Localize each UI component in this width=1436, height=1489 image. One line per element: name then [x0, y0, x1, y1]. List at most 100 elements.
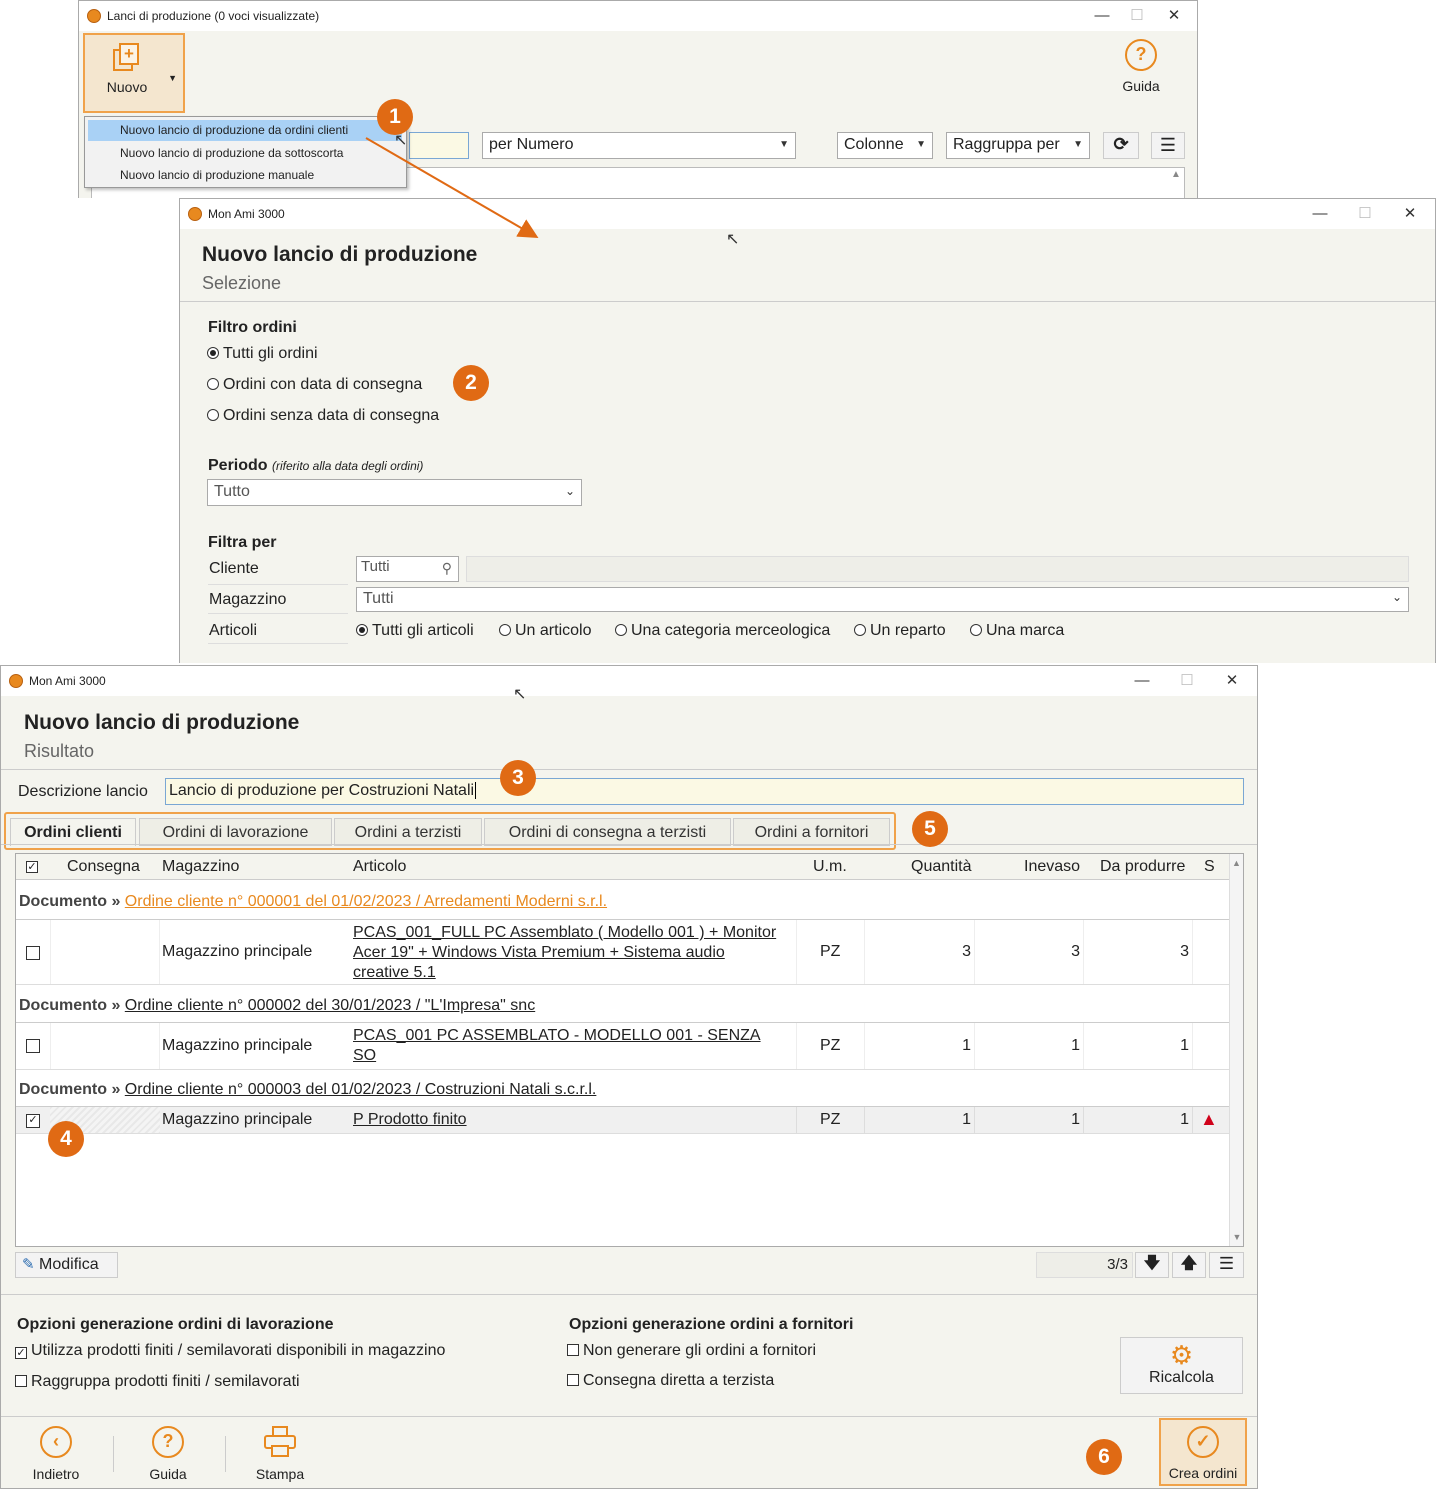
- step-badge-6: 6: [1086, 1439, 1122, 1475]
- tab-label: Ordini clienti: [24, 824, 122, 841]
- next-page-button[interactable]: 🡇: [1135, 1252, 1169, 1278]
- menu-item-manual[interactable]: Nuovo lancio di produzione manuale: [88, 164, 402, 185]
- group-products-checkbox[interactable]: Raggruppa prodotti finiti / semilavorati: [15, 1373, 300, 1391]
- radio-without-date[interactable]: Ordini senza data di consegna: [207, 407, 439, 425]
- menu-button[interactable]: ☰: [1151, 132, 1185, 159]
- print-button[interactable]: Stampa: [245, 1426, 315, 1486]
- tab-ordini-clienti[interactable]: Ordini clienti: [10, 818, 136, 846]
- gear-icon: ⚙: [1169, 1340, 1194, 1370]
- grid-menu-button[interactable]: ☰: [1209, 1252, 1244, 1278]
- col-quantita[interactable]: Quantità: [911, 858, 971, 876]
- warning-icon[interactable]: ▲: [1200, 1110, 1218, 1128]
- scrollbar[interactable]: ▲: [1169, 169, 1183, 198]
- tab-ordini-lavorazione[interactable]: Ordini di lavorazione: [139, 818, 332, 846]
- app-logo-icon: [87, 9, 101, 23]
- new-dropdown-menu: Nuovo lancio di produzione da ordini cli…: [84, 116, 407, 188]
- document-header: Documento » Ordine cliente n° 000002 del…: [19, 997, 535, 1015]
- minimize-icon[interactable]: —: [1127, 670, 1157, 692]
- column-divider: [1083, 1023, 1084, 1069]
- divider: [180, 301, 1435, 302]
- maximize-icon[interactable]: ☐: [1172, 670, 1202, 692]
- col-um[interactable]: U.m.: [813, 858, 847, 876]
- close-icon[interactable]: ✕: [1395, 203, 1425, 225]
- radio-with-date[interactable]: Ordini con data di consegna: [207, 376, 422, 394]
- direct-delivery-checkbox[interactable]: Consegna diretta a terzista: [567, 1372, 774, 1390]
- article-cell[interactable]: P Prodotto finito: [353, 1111, 467, 1129]
- menu-item-from-reorder[interactable]: Nuovo lancio di produzione da sottoscort…: [88, 142, 402, 163]
- radio-brand[interactable]: Una marca: [970, 622, 1064, 640]
- edit-button[interactable]: ✎ Modifica: [15, 1252, 118, 1278]
- radio-label: Un articolo: [515, 622, 592, 639]
- use-stock-checkbox[interactable]: ✓ Utilizza prodotti finiti / semilavorati…: [15, 1342, 445, 1360]
- filter-title: Filtro ordini: [208, 319, 297, 336]
- minimize-icon[interactable]: —: [1305, 203, 1335, 225]
- tab-ordini-fornitori[interactable]: Ordini a fornitori: [733, 818, 890, 846]
- close-icon[interactable]: ✕: [1159, 5, 1189, 27]
- help-button[interactable]: ? Guida: [133, 1426, 203, 1486]
- radio-one-article[interactable]: Un articolo: [499, 622, 591, 640]
- produce-cell: 1: [1180, 1037, 1189, 1054]
- row-checkbox-checked[interactable]: ✓: [26, 1114, 40, 1128]
- maximize-icon[interactable]: ☐: [1122, 5, 1152, 27]
- no-supplier-orders-checkbox[interactable]: Non generare gli ordini a fornitori: [567, 1342, 816, 1360]
- chevron-down-icon: ▼: [779, 139, 789, 150]
- document-link[interactable]: Ordine cliente n° 000003 del 01/02/2023 …: [125, 1081, 597, 1098]
- col-articolo[interactable]: Articolo: [353, 858, 406, 876]
- row-checkbox[interactable]: [26, 1039, 40, 1053]
- client-search-input[interactable]: Tutti ⚲: [356, 556, 459, 582]
- filter-by-title: Filtra per: [208, 534, 277, 551]
- back-button[interactable]: ‹ Indietro: [21, 1426, 91, 1486]
- period-select[interactable]: Tutto ⌄: [207, 479, 582, 506]
- warehouse-select[interactable]: Tutti ⌄: [356, 587, 1409, 612]
- checkbox-icon: [567, 1374, 579, 1386]
- col-consegna[interactable]: Consegna: [67, 858, 140, 876]
- col-inevaso[interactable]: Inevaso: [1024, 858, 1080, 876]
- radio-icon: [615, 624, 627, 636]
- refresh-button[interactable]: ⟳: [1103, 132, 1139, 159]
- recalc-button[interactable]: ⚙ Ricalcola: [1120, 1337, 1243, 1394]
- maximize-icon[interactable]: ☐: [1350, 203, 1380, 225]
- table-row[interactable]: ✓ Magazzino principale P Prodotto finito…: [16, 1106, 1229, 1134]
- help-button[interactable]: ? Guida: [1113, 39, 1169, 99]
- group-by-button[interactable]: Raggruppa per ▼: [946, 132, 1090, 159]
- minimize-icon[interactable]: —: [1087, 5, 1117, 27]
- scroll-down-icon[interactable]: ▼: [1230, 1232, 1244, 1242]
- warehouse-value: Tutti: [363, 590, 394, 607]
- previous-page-button[interactable]: 🡅: [1172, 1252, 1206, 1278]
- radio-category[interactable]: Una categoria merceologica: [615, 622, 830, 640]
- grid-scrollbar[interactable]: ▲ ▼: [1229, 854, 1243, 1246]
- search-input[interactable]: [409, 132, 469, 159]
- sort-select[interactable]: per Numero ▼: [482, 132, 796, 159]
- um-cell: PZ: [820, 1037, 841, 1054]
- columns-button[interactable]: Colonne ▼: [837, 132, 933, 159]
- radio-icon: [207, 409, 219, 421]
- article-cell[interactable]: PCAS_001 PC ASSEMBLATO - MODELLO 001 - S…: [353, 1026, 761, 1066]
- chevron-down-icon[interactable]: ▼: [168, 73, 177, 83]
- new-button[interactable]: + Nuovo ▼: [83, 33, 185, 113]
- document-link[interactable]: Ordine cliente n° 000001 del 01/02/2023 …: [125, 893, 607, 910]
- search-icon[interactable]: ⚲: [442, 560, 452, 577]
- tab-ordini-consegna-terzisti[interactable]: Ordini di consegna a terzisti: [484, 818, 731, 846]
- radio-department[interactable]: Un reparto: [854, 622, 946, 640]
- col-da-produrre[interactable]: Da produrre: [1100, 858, 1185, 876]
- document-header: Documento » Ordine cliente n° 000001 del…: [19, 893, 607, 911]
- col-magazzino[interactable]: Magazzino: [162, 858, 239, 876]
- create-orders-button[interactable]: ✓ Crea ordini: [1159, 1418, 1247, 1486]
- new-button-label: Nuovo: [106, 79, 148, 95]
- tab-label: Ordini a terzisti: [354, 824, 462, 841]
- radio-all-orders[interactable]: Tutti gli ordini: [207, 345, 318, 363]
- menu-item-from-client-orders[interactable]: Nuovo lancio di produzione da ordini cli…: [88, 120, 402, 141]
- article-cell[interactable]: PCAS_001_FULL PC Assemblato ( Modello 00…: [353, 923, 776, 983]
- col-s[interactable]: S: [1204, 858, 1215, 876]
- row-checkbox[interactable]: [26, 946, 40, 960]
- close-icon[interactable]: ✕: [1217, 670, 1247, 692]
- tab-ordini-terzisti[interactable]: Ordini a terzisti: [334, 818, 482, 846]
- select-all-checkbox[interactable]: ✓: [26, 861, 38, 873]
- table-row[interactable]: Magazzino principale PCAS_001 PC ASSEMBL…: [16, 1022, 1229, 1070]
- scroll-up-icon[interactable]: ▲: [1230, 858, 1243, 868]
- page-title: Nuovo lancio di produzione: [202, 243, 478, 266]
- table-row[interactable]: Magazzino principale PCAS_001_FULL PC As…: [16, 919, 1229, 985]
- document-link[interactable]: Ordine cliente n° 000002 del 30/01/2023 …: [125, 997, 535, 1014]
- radio-all-articles[interactable]: Tutti gli articoli: [356, 622, 474, 640]
- description-input[interactable]: Lancio di produzione per Costruzioni Nat…: [165, 778, 1244, 805]
